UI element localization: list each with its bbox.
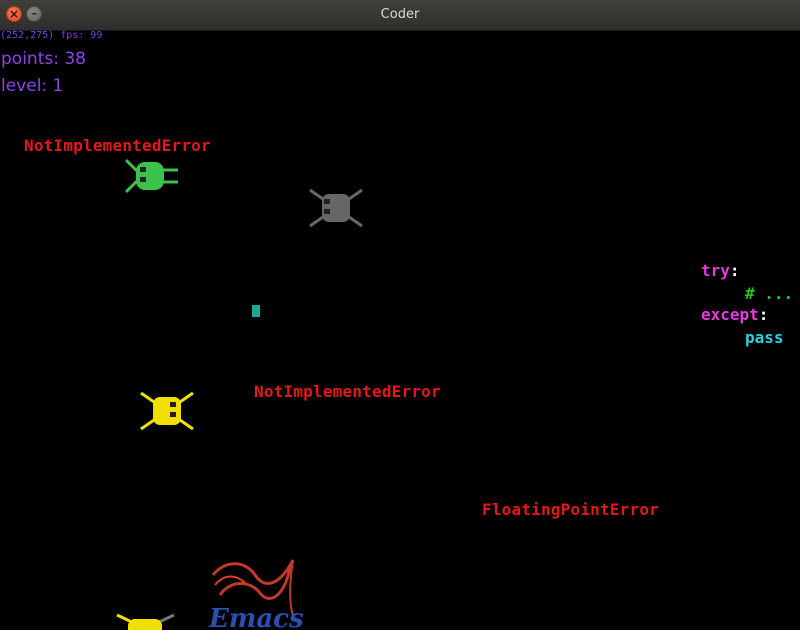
error-label-1: NotImplementedError xyxy=(24,136,211,155)
error-label-3: FloatingPointError xyxy=(482,500,659,519)
bug-enemy-yellow-bottom xyxy=(116,613,175,630)
code-line-except: except: xyxy=(701,305,768,324)
except-keyword: except xyxy=(701,305,759,324)
code-line-try: try: xyxy=(701,261,740,280)
bug-enemy-gray xyxy=(309,188,363,228)
bug-enemy-yellow xyxy=(140,391,194,431)
emacs-logo-text: Emacs xyxy=(208,604,304,630)
bug-enemy-green xyxy=(124,158,178,194)
level-indicator: level: 1 xyxy=(1,76,64,96)
player-cursor xyxy=(252,305,260,317)
emacs-logo: Emacs xyxy=(208,559,304,630)
try-colon: : xyxy=(729,261,740,280)
window-title: Coder xyxy=(380,7,420,22)
error-label-2: NotImplementedError xyxy=(254,382,441,401)
code-line-comment: # ... xyxy=(745,284,794,303)
game-canvas[interactable]: (252,275) fps: 99 points: 38 level: 1 No… xyxy=(0,30,800,630)
except-colon: : xyxy=(758,305,769,324)
code-line-pass: pass xyxy=(745,328,784,347)
window-titlebar: × – Coder xyxy=(0,0,800,31)
try-keyword: try xyxy=(701,261,730,280)
fps-readout: (252,275) fps: 99 xyxy=(0,30,103,41)
points-counter: points: 38 xyxy=(1,49,86,69)
